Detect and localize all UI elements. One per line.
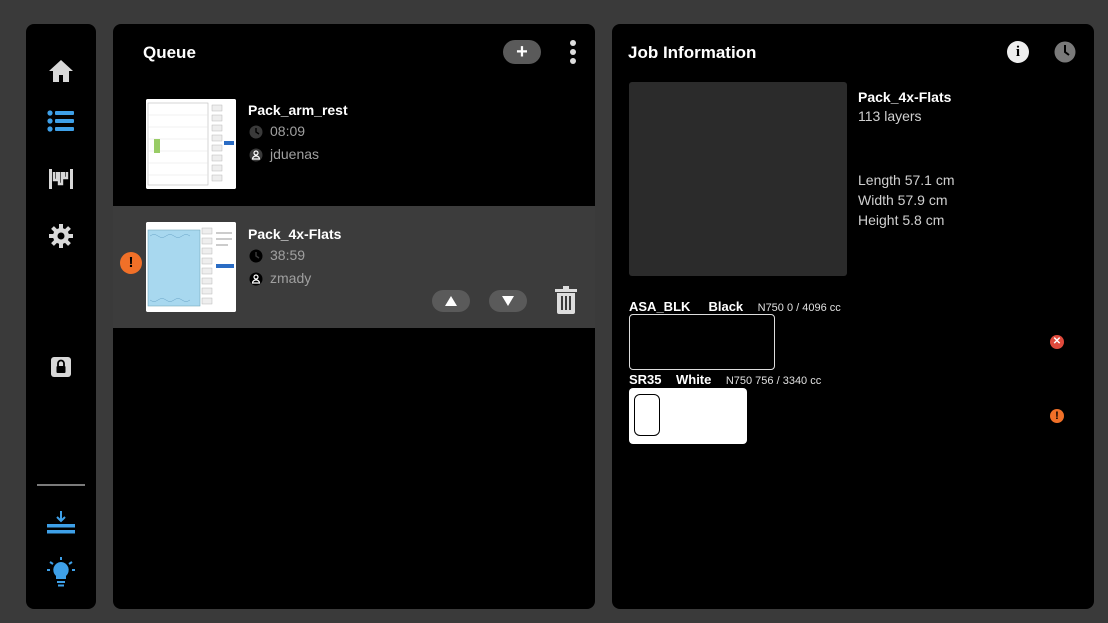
triangle-down-icon — [502, 296, 514, 306]
job-user: zmady — [270, 270, 312, 286]
sidebar-item-home[interactable] — [26, 49, 96, 93]
material-label: ASA_BLK Black N750 0 / 4096 cc — [629, 299, 841, 314]
bulb-icon — [47, 557, 75, 587]
queue-job-row[interactable]: Pack_arm_rest 08:09 jduenas — [113, 84, 595, 206]
load-icon — [47, 511, 75, 534]
error-icon: ✕ — [1050, 335, 1064, 349]
warning-icon: ! — [1050, 409, 1064, 423]
sidebar-item-load[interactable] — [26, 500, 96, 544]
add-job-button[interactable]: + — [503, 40, 541, 64]
job-thumbnail — [146, 222, 236, 312]
sidebar-item-queue[interactable] — [26, 99, 96, 143]
move-up-button[interactable] — [432, 290, 470, 312]
list-icon — [47, 110, 74, 132]
detail-layers: 113 layers — [858, 108, 922, 124]
material-color: Black — [708, 299, 744, 314]
material-detail: N750 756 / 3340 cc — [725, 375, 822, 387]
sidebar-item-lock[interactable] — [26, 345, 96, 389]
user-icon — [249, 148, 263, 162]
material-detail: N750 0 / 4096 cc — [757, 302, 841, 314]
material-swatch-black[interactable] — [629, 314, 775, 370]
queue-panel: Queue + Pack_arm_rest 08:09 jduenas ! Pa… — [113, 24, 595, 609]
sidebar-item-settings[interactable] — [26, 214, 96, 258]
material-label: SR35 White N750 756 / 3340 cc — [629, 372, 821, 387]
sidebar — [26, 24, 96, 609]
queue-job-row[interactable]: ! Pack_4x-Flats 38:59 zmady — [113, 206, 595, 328]
material-code: SR35 — [629, 372, 662, 387]
cartridge-icon — [634, 394, 660, 436]
job-name: Pack_arm_rest — [248, 102, 348, 118]
move-down-button[interactable] — [489, 290, 527, 312]
detail-height: Height 5.8 cm — [858, 212, 945, 228]
job-preview — [629, 82, 847, 276]
job-name: Pack_4x-Flats — [248, 226, 342, 242]
job-info-panel: Job Information i Pack_4x-Flats 113 laye… — [612, 24, 1094, 609]
material-swatch-white[interactable] — [629, 388, 747, 444]
queue-title: Queue — [143, 43, 196, 62]
gear-icon — [49, 224, 73, 248]
user-icon — [249, 272, 263, 286]
job-thumbnail — [146, 99, 236, 189]
sidebar-divider — [37, 484, 85, 486]
clock-icon — [249, 125, 263, 139]
lock-icon — [51, 357, 71, 377]
history-clock-icon[interactable] — [1054, 41, 1076, 63]
info-icon[interactable]: i — [1007, 41, 1029, 63]
job-time: 38:59 — [270, 247, 306, 263]
home-icon — [49, 60, 73, 82]
job-user: jduenas — [270, 146, 320, 162]
triangle-up-icon — [445, 296, 457, 306]
detail-width: Width 57.9 cm — [858, 192, 948, 208]
sidebar-item-printer[interactable] — [26, 157, 96, 201]
material-color: White — [675, 372, 712, 387]
delete-icon[interactable] — [555, 286, 577, 314]
clock-icon — [249, 249, 263, 263]
job-info-title: Job Information — [628, 43, 757, 62]
sidebar-item-light[interactable] — [26, 550, 96, 594]
warning-icon: ! — [120, 252, 142, 274]
printer-icon — [49, 169, 73, 189]
job-time: 08:09 — [270, 123, 306, 139]
material-code: ASA_BLK — [629, 299, 691, 314]
queue-menu-icon[interactable] — [568, 40, 578, 66]
detail-job-name: Pack_4x-Flats — [858, 89, 952, 105]
detail-length: Length 57.1 cm — [858, 172, 955, 188]
